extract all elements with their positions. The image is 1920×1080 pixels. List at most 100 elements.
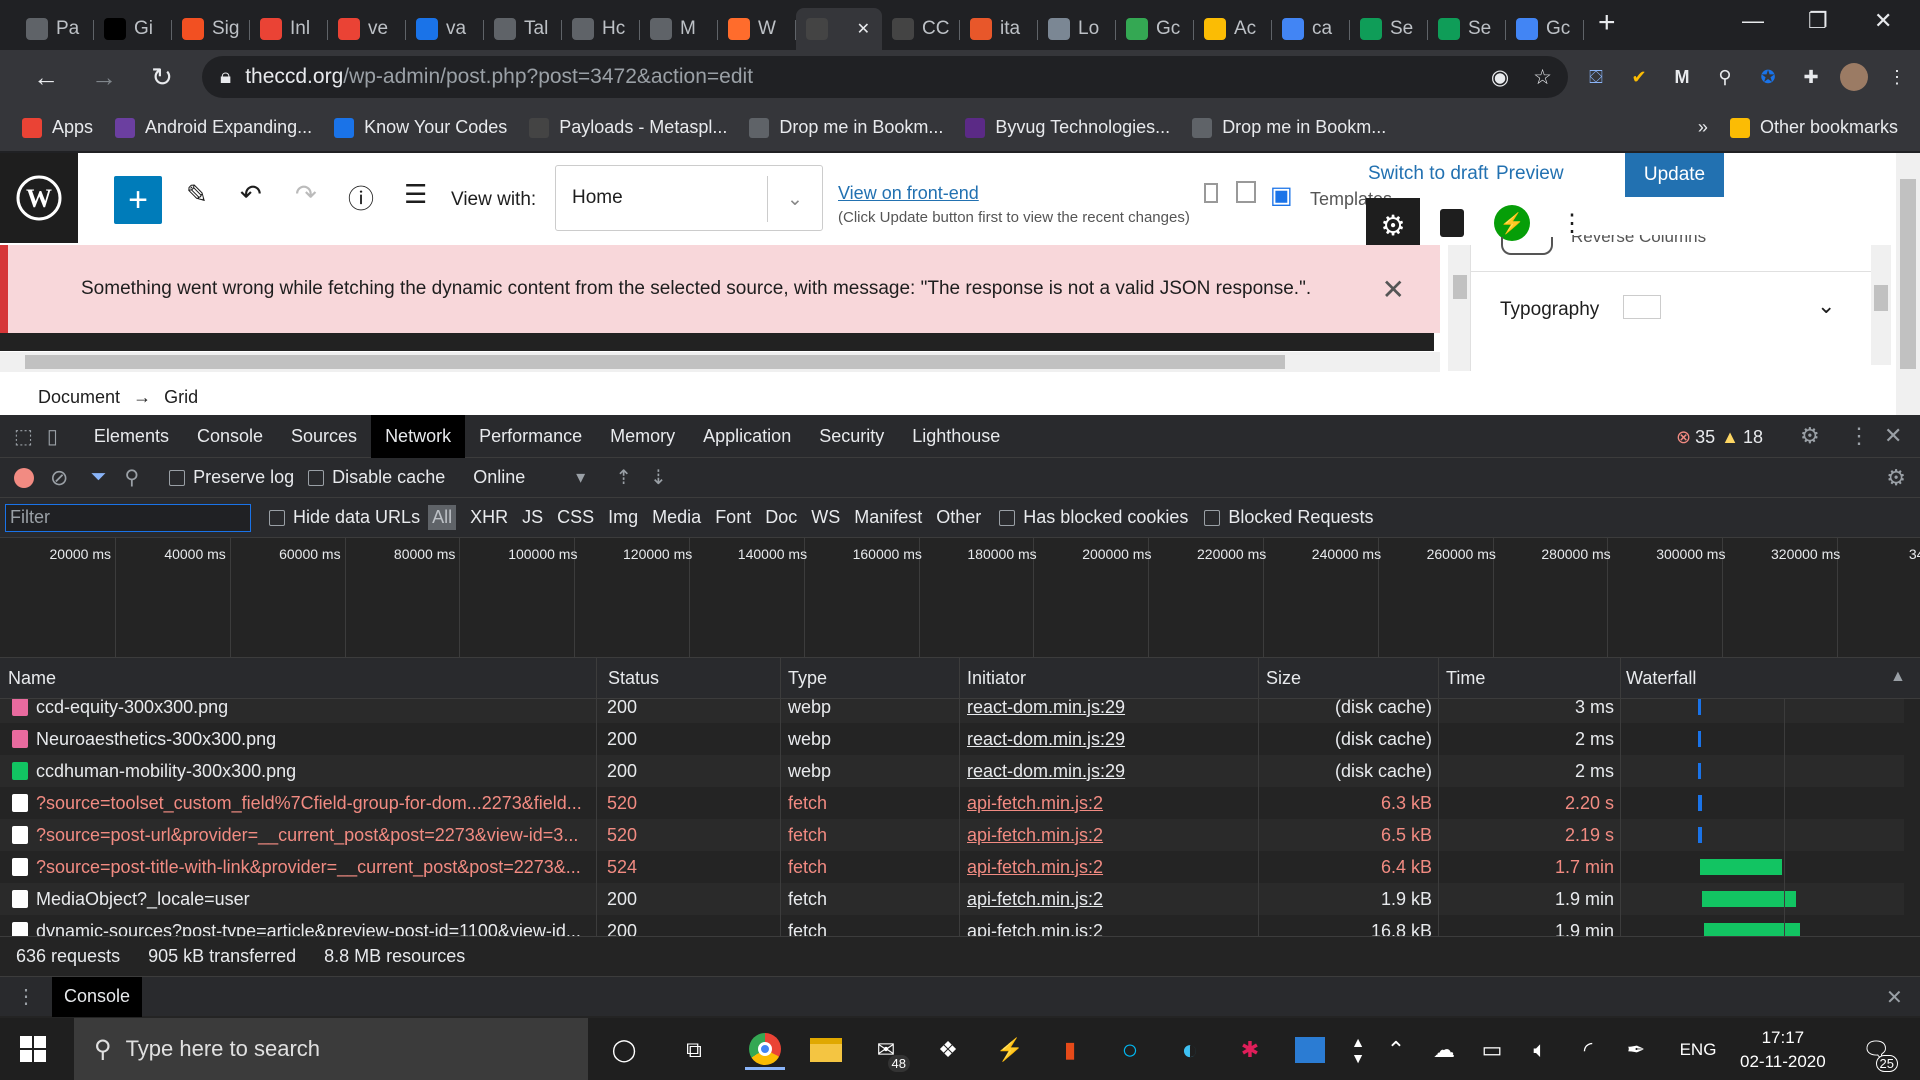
request-initiator[interactable]: api-fetch.min.js:2 (967, 921, 1103, 937)
browser-tab[interactable]: ca (1272, 8, 1350, 50)
request-row[interactable]: ?source=post-url&provider=__current_post… (0, 819, 1904, 851)
type-filter-img[interactable]: Img (608, 507, 638, 528)
clear-icon[interactable]: ⊘ (50, 465, 68, 491)
more-bookmarks-button[interactable]: » (1698, 117, 1708, 138)
puzzle-icon[interactable]: ✚ (1796, 62, 1826, 92)
devtools-tab-security[interactable]: Security (805, 415, 898, 458)
notifications-icon[interactable]: 🗨︎ 25 (1856, 1030, 1898, 1072)
preview-button[interactable]: Preview (1496, 163, 1564, 185)
eye-icon[interactable]: ◉ (1491, 65, 1509, 90)
request-initiator[interactable]: api-fetch.min.js:2 (967, 889, 1103, 910)
hide-data-urls-checkbox[interactable] (269, 509, 285, 526)
type-filter-font[interactable]: Font (715, 507, 751, 528)
request-initiator[interactable]: api-fetch.min.js:2 (967, 857, 1103, 878)
switch-to-draft-button[interactable]: Switch to draft (1368, 163, 1488, 185)
typography-color-swatch[interactable] (1623, 295, 1661, 319)
import-har-icon[interactable]: ⇡ (615, 465, 632, 490)
browser-tab[interactable]: W (718, 8, 796, 50)
close-window-button[interactable]: ✕ (1874, 8, 1892, 34)
column-header-size[interactable]: Size (1266, 668, 1301, 689)
device-tablet-icon[interactable] (1236, 181, 1256, 203)
volume-icon[interactable]: 🔈︎ (1520, 1030, 1560, 1070)
request-row[interactable]: MediaObject?_locale=user 200 fetch api-fetc… (0, 883, 1904, 915)
address-bar[interactable]: 🔒︎ theccd.org /wp-admin/post.php?post=34… (202, 56, 1568, 98)
device-toolbar-icon[interactable]: ▯ (47, 424, 58, 449)
network-settings-icon[interactable]: ⚙ (1886, 465, 1906, 491)
devtools-tab-lighthouse[interactable]: Lighthouse (898, 415, 1014, 458)
forward-button[interactable]: → (80, 62, 128, 93)
column-header-status[interactable]: Status (608, 668, 659, 689)
browser-tab[interactable]: Lo (1038, 8, 1116, 50)
devtools-tab-elements[interactable]: Elements (80, 415, 183, 458)
type-filter-xhr[interactable]: XHR (470, 507, 508, 528)
profile-avatar[interactable] (1839, 62, 1869, 92)
settings-gear-icon[interactable]: ⚙ (1366, 198, 1420, 252)
devtools-menu-icon[interactable]: ⋮ (1848, 423, 1870, 449)
verified-extension-icon[interactable]: ✪ (1753, 62, 1783, 92)
bookmark-star-icon[interactable]: ☆ (1533, 65, 1552, 90)
more-options-icon[interactable]: ⋮ (1560, 209, 1584, 238)
devtools-settings-icon[interactable]: ⚙ (1800, 423, 1820, 449)
request-row[interactable]: ?source=post-title-with-link&provider=__… (0, 851, 1904, 883)
list-view-icon[interactable]: ☰ (404, 179, 427, 210)
type-filter-css[interactable]: CSS (557, 507, 594, 528)
column-header-time[interactable]: Time (1446, 668, 1485, 689)
request-initiator[interactable]: react-dom.min.js:29 (967, 729, 1125, 750)
browser-tab[interactable]: ita (960, 8, 1038, 50)
devtools-tab-console[interactable]: Console (183, 415, 277, 458)
disable-cache-checkbox[interactable] (308, 469, 325, 486)
reverse-columns-toggle[interactable] (1501, 237, 1553, 255)
cortana-ring-icon[interactable]: ○ (1110, 1030, 1150, 1070)
request-initiator[interactable]: react-dom.min.js:29 (967, 761, 1125, 782)
chevron-down-icon[interactable]: ⌄ (1817, 293, 1835, 319)
type-filter-all[interactable]: All (428, 505, 457, 530)
network-overview-timeline[interactable]: 20000 ms 40000 ms 60000 ms 80000 ms 100000 m… (0, 538, 1920, 701)
minimize-button[interactable]: — (1742, 8, 1764, 34)
sidebar-scrollbar[interactable] (1871, 245, 1891, 365)
office-icon[interactable]: ▮ (1050, 1030, 1090, 1070)
taskbar-clock[interactable]: 17:17 02-11-2020 (1740, 1026, 1826, 1074)
seo-extension-icon[interactable]: ⚲ (1710, 62, 1740, 92)
device-mobile-icon[interactable] (1204, 183, 1218, 203)
browser-tab[interactable]: Tal (484, 8, 562, 50)
reload-button[interactable]: ↻ (138, 62, 186, 93)
devtools-tab-performance[interactable]: Performance (465, 415, 596, 458)
browser-tab[interactable]: Sig (172, 8, 250, 50)
show-hidden-icons[interactable]: ⌃ (1376, 1030, 1416, 1070)
file-explorer-icon[interactable] (806, 1030, 846, 1070)
browser-tab[interactable]: Hc (562, 8, 640, 50)
has-blocked-cookies-checkbox[interactable] (999, 509, 1016, 526)
search-icon[interactable]: ⚲ (124, 465, 139, 490)
battery-icon[interactable]: ▭ (1472, 1030, 1512, 1070)
cortana-icon[interactable]: ◯ (604, 1030, 644, 1070)
bookmark-item[interactable]: Android Expanding... (115, 117, 312, 138)
restore-button[interactable]: ❐ (1808, 8, 1828, 34)
notice-scrollbar[interactable] (1448, 245, 1472, 371)
pen-icon[interactable]: ✒ (1616, 1030, 1656, 1070)
m-extension-icon[interactable]: M (1667, 62, 1697, 92)
type-filter-js[interactable]: JS (522, 507, 543, 528)
desktop-icon[interactable]: ▣ (1270, 181, 1293, 210)
browser-tab[interactable]: Gc (1506, 8, 1584, 50)
bookmark-item[interactable]: Apps (22, 117, 93, 138)
language-indicator[interactable]: ENG (1678, 1030, 1718, 1070)
add-block-button[interactable]: + (114, 176, 162, 224)
blocked-requests-checkbox[interactable] (1204, 509, 1221, 526)
bookmark-item[interactable]: Drop me in Bookm... (1192, 117, 1386, 138)
update-button[interactable]: Update (1625, 153, 1724, 197)
issue-counters[interactable]: ⊗ 35 ▲ 18 (1676, 427, 1763, 448)
column-header-initiator[interactable]: Initiator (967, 668, 1026, 689)
request-row[interactable]: Neuroaesthetics-300x300.png 200 webp react-… (0, 723, 1904, 755)
browser-tab[interactable]: Ac (1194, 8, 1272, 50)
type-filter-other[interactable]: Other (936, 507, 981, 528)
view-front-end-link[interactable]: View on front-end (838, 183, 979, 204)
throttle-select[interactable]: Online ▾ (473, 467, 585, 488)
drawer-console-tab[interactable]: Console (52, 976, 143, 1017)
browser-tab[interactable]: Se (1428, 8, 1506, 50)
horizontal-scrollbar[interactable] (0, 352, 1440, 372)
filter-icon[interactable]: ⏷ (90, 466, 106, 489)
browser-tab[interactable]: ✕ (796, 8, 882, 50)
type-filter-manifest[interactable]: Manifest (854, 507, 922, 528)
jetpack-icon[interactable]: ⚡ (1494, 205, 1530, 241)
type-filter-doc[interactable]: Doc (765, 507, 797, 528)
